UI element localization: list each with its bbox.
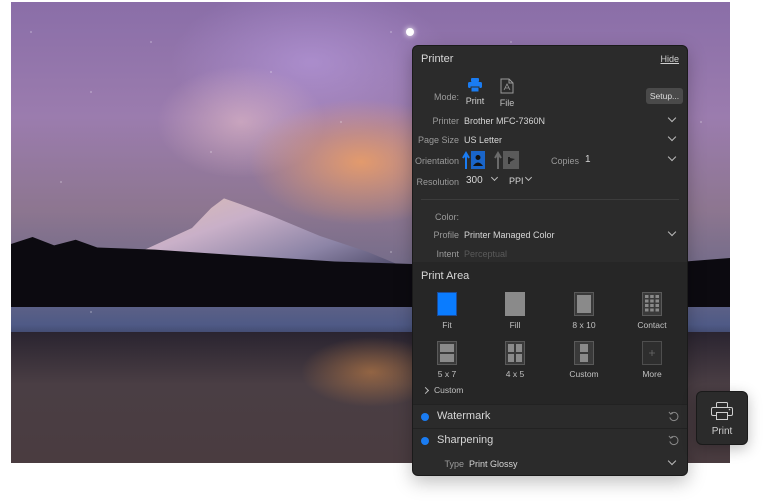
mode-print-label: Print — [465, 96, 485, 106]
print-area-contact[interactable]: Contact — [622, 292, 682, 330]
profile-label: Profile — [433, 230, 459, 240]
fit-layout-icon — [437, 292, 457, 316]
mode-print-button[interactable]: Print — [462, 78, 488, 106]
watermark-enabled-toggle[interactable] — [421, 413, 429, 421]
print-area-custom[interactable]: Custom — [554, 341, 614, 379]
5x7-label: 5 x 7 — [437, 369, 457, 379]
sharpening-type-select[interactable]: Print Glossy — [469, 459, 518, 469]
mode-label: Mode: — [433, 92, 459, 102]
orientation-label: Orientation — [414, 156, 459, 166]
reset-icon[interactable] — [668, 435, 679, 446]
5x7-layout-icon — [437, 341, 457, 365]
resolution-select[interactable]: 300 — [466, 175, 483, 186]
custom-label: Custom — [569, 369, 599, 379]
custom-expander[interactable]: Custom — [421, 385, 464, 395]
contact-sheet-icon — [642, 292, 662, 316]
profile-select[interactable]: Printer Managed Color — [464, 230, 555, 240]
panel-title: Printer — [421, 53, 454, 65]
print-area-fill[interactable]: Fill — [485, 292, 545, 330]
8x10-label: 8 x 10 — [572, 320, 596, 330]
print-area-8x10[interactable]: 8 x 10 — [554, 292, 614, 330]
print-button-label: Print — [711, 426, 733, 437]
fill-layout-icon — [505, 292, 525, 316]
4x5-layout-icon — [505, 341, 525, 365]
watermark-label: Watermark — [437, 410, 491, 422]
sharpening-type-chevron-down-icon[interactable] — [667, 456, 677, 466]
intent-label: Intent — [436, 249, 459, 259]
custom-expander-label: Custom — [434, 385, 464, 395]
landscape-orientation-icon[interactable] — [494, 150, 520, 170]
mode-file-label: File — [499, 98, 515, 108]
printer-panel: Printer Hide Mode: Print File Setup... P… — [412, 45, 688, 476]
photo-bright-star — [406, 28, 414, 36]
printer-icon — [468, 78, 482, 93]
print-area-more[interactable]: More — [622, 341, 682, 379]
chevron-right-icon — [421, 386, 430, 395]
color-label: Color: — [434, 212, 459, 222]
watermark-section-header[interactable]: Watermark — [413, 404, 687, 428]
resolution-chevron-down-icon[interactable] — [490, 173, 499, 182]
printer-chevron-down-icon[interactable] — [667, 113, 677, 123]
print-area-fit[interactable]: Fit — [417, 292, 477, 330]
add-more-icon — [642, 341, 662, 365]
sharpening-enabled-toggle[interactable] — [421, 437, 429, 445]
profile-chevron-down-icon[interactable] — [667, 227, 677, 237]
page-size-chevron-down-icon[interactable] — [667, 132, 677, 142]
resolution-label: Resolution — [416, 177, 459, 187]
page-size-label: Page Size — [417, 135, 459, 145]
reset-icon[interactable] — [668, 411, 679, 422]
intent-select: Perceptual — [464, 249, 508, 259]
copies-input[interactable]: 1 — [585, 154, 591, 165]
hide-button[interactable]: Hide — [660, 54, 679, 64]
unit-chevron-down-icon[interactable] — [524, 173, 533, 182]
portrait-orientation-icon[interactable] — [462, 150, 486, 170]
custom-layout-icon — [574, 341, 594, 365]
print-area-4x5[interactable]: 4 x 5 — [485, 341, 545, 379]
page-size-select[interactable]: US Letter — [464, 135, 502, 145]
print-button[interactable]: Print — [696, 391, 748, 445]
mode-file-button[interactable]: File — [494, 78, 520, 108]
setup-button[interactable]: Setup... — [646, 88, 683, 104]
fit-label: Fit — [442, 320, 452, 330]
resolution-unit-select[interactable]: PPI — [509, 176, 524, 186]
copies-chevron-down-icon[interactable] — [667, 152, 677, 162]
printer-select[interactable]: Brother MFC-7360N — [464, 116, 545, 126]
sharpening-type-label: Type — [444, 459, 464, 469]
pdf-file-icon — [500, 78, 514, 94]
contact-label: Contact — [637, 320, 667, 330]
print-area-title: Print Area — [421, 270, 470, 282]
sharpening-section-header[interactable]: Sharpening — [413, 428, 687, 452]
sharpening-label: Sharpening — [437, 434, 494, 446]
8x10-layout-icon — [574, 292, 594, 316]
printer-label: Printer — [432, 116, 459, 126]
print-area-5x7[interactable]: 5 x 7 — [417, 341, 477, 379]
more-label: More — [642, 369, 662, 379]
printer-icon — [711, 402, 733, 420]
divider — [421, 199, 679, 200]
4x5-label: 4 x 5 — [505, 369, 525, 379]
copies-label: Copies — [550, 156, 579, 166]
panel-header: Printer Hide — [413, 46, 687, 72]
print-area-section — [413, 262, 687, 404]
fill-label: Fill — [509, 320, 521, 330]
